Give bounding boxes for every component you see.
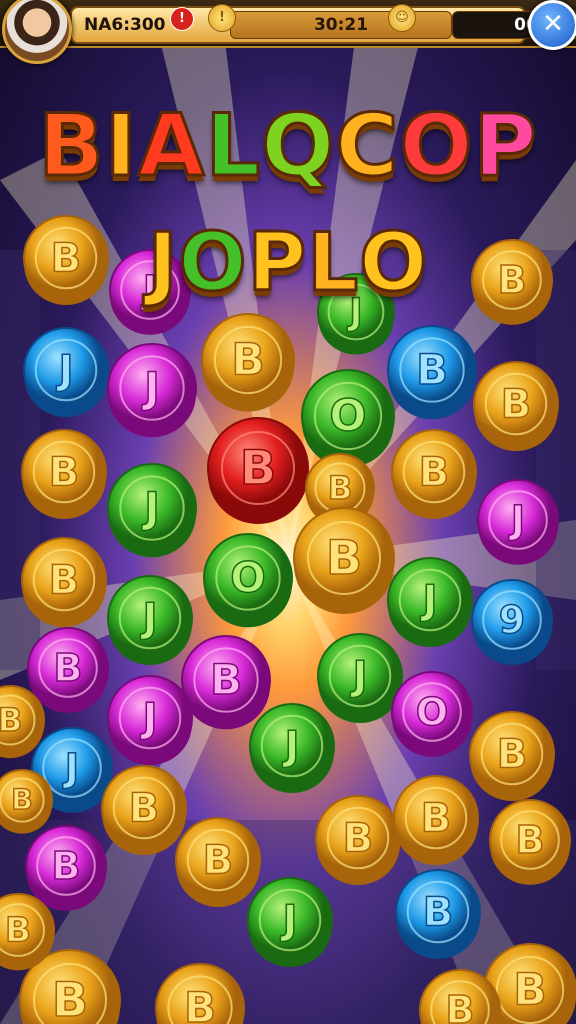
coin-glyph: B	[231, 335, 264, 386]
coin-glyph: B	[49, 449, 79, 495]
coin-blue[interactable]: B	[395, 869, 481, 960]
coin-glyph: J	[141, 363, 160, 412]
coin-glyph: O	[230, 553, 266, 602]
coin-gold[interactable]: B	[391, 429, 477, 520]
coin-glyph: J	[508, 498, 525, 542]
timer-text: 30:21	[313, 15, 369, 35]
title-letter: P	[246, 215, 308, 311]
coin-green[interactable]: J	[107, 463, 197, 558]
coin-glyph: B	[11, 784, 33, 817]
game-title-line2: JOPLO	[0, 215, 576, 311]
coin-gold[interactable]: B	[21, 429, 107, 520]
coin-glyph: J	[420, 577, 438, 623]
coin-glyph: J	[282, 723, 300, 769]
coin-glyph: B	[5, 911, 31, 951]
coin-glyph: B	[343, 815, 373, 861]
coin-gold[interactable]: B	[393, 775, 479, 866]
title-letter: C	[334, 95, 400, 198]
coin-glyph: J	[350, 653, 368, 699]
coin-glyph: B	[129, 785, 159, 831]
coin-purple[interactable]: J	[107, 675, 193, 766]
coin-gold[interactable]: B	[0, 769, 53, 834]
coin-icon: !	[208, 4, 236, 32]
coin-green[interactable]: O	[203, 533, 293, 628]
coin-gold[interactable]: B	[489, 799, 571, 885]
coin-glyph: B	[54, 646, 83, 690]
coin-glyph: B	[52, 844, 81, 888]
top-hud-bar: NA6:300 30:21 00 ! ! ☺ ✕	[0, 0, 576, 50]
timer-slot: 30:21	[230, 11, 452, 39]
coin-green[interactable]: J	[249, 703, 335, 794]
coin-glyph: O	[416, 690, 448, 734]
coin-gold[interactable]: B	[101, 765, 187, 856]
title-letter: O	[177, 215, 248, 311]
coin-purple[interactable]: B	[25, 825, 107, 911]
coin-glyph: B	[419, 449, 449, 495]
coin-glyph: B	[328, 469, 353, 507]
coin-glyph: B	[210, 655, 242, 704]
title-letter: Q	[260, 95, 336, 198]
coin-glyph: J	[141, 483, 160, 532]
coin-glyph: B	[497, 731, 527, 777]
title-letter: O	[398, 95, 474, 198]
coin-glyph: B	[184, 983, 216, 1024]
coin-glyph: J	[280, 897, 298, 943]
coin-purple[interactable]: J	[477, 479, 559, 565]
coin-glyph: B	[0, 701, 22, 739]
coin-blue[interactable]: 9	[471, 579, 553, 665]
coin-glyph: 9	[499, 598, 525, 642]
coin-glyph: B	[326, 531, 362, 586]
coin-glyph: B	[416, 345, 448, 394]
coin-glyph: J	[140, 695, 158, 741]
coin-gold[interactable]: B	[315, 795, 401, 886]
coin-blue[interactable]: B	[387, 325, 477, 420]
title-letter: I	[103, 95, 138, 198]
coin-green[interactable]: J	[107, 575, 193, 666]
coin-glyph: B	[203, 837, 233, 883]
smiley-coin-icon: ☺	[388, 4, 416, 32]
coin-purple[interactable]: B	[27, 627, 109, 713]
coin-gold[interactable]: B	[201, 313, 295, 412]
coin-purple[interactable]: O	[391, 671, 473, 757]
coin-gold[interactable]: B	[21, 537, 107, 628]
coin-gold[interactable]: B	[155, 963, 245, 1024]
coin-gold[interactable]: B	[293, 507, 395, 614]
coin-green[interactable]: O	[301, 369, 395, 468]
coin-glyph: J	[140, 595, 158, 641]
game-title-line1: BIALQCOP	[0, 95, 576, 198]
coin-purple[interactable]: J	[107, 343, 197, 438]
coin-glyph: B	[52, 973, 88, 1024]
alert-icon[interactable]: !	[170, 7, 194, 31]
title-letter: A	[136, 95, 206, 198]
title-letter: B	[37, 95, 106, 198]
coin-gold[interactable]: B	[469, 711, 555, 802]
coin-glyph: B	[423, 889, 453, 935]
coin-green[interactable]: J	[387, 557, 473, 648]
close-button[interactable]: ✕	[528, 0, 576, 50]
title-letter: L	[204, 95, 262, 198]
hud-panel: NA6:300 30:21 00	[70, 6, 576, 44]
coin-glyph: B	[513, 965, 546, 1016]
coin-glyph: O	[329, 391, 366, 442]
title-letter: O	[358, 215, 429, 311]
coin-glyph: B	[421, 795, 451, 841]
coin-gold[interactable]: B	[175, 817, 261, 908]
coin-glyph: B	[240, 441, 276, 496]
coin-gold[interactable]: B	[473, 361, 559, 452]
coin-blue[interactable]: J	[23, 327, 109, 418]
coin-glyph: J	[56, 347, 74, 393]
coin-green[interactable]: J	[247, 877, 333, 968]
coin-glyph: B	[446, 988, 475, 1024]
title-letter: J	[146, 215, 179, 311]
coin-glyph: B	[516, 818, 545, 862]
coin-green[interactable]: J	[317, 633, 403, 724]
title-letter: L	[306, 215, 360, 311]
coin-glyph: B	[49, 557, 79, 603]
coin-red[interactable]: B	[207, 417, 309, 524]
coin-glyph: J	[62, 746, 79, 790]
coin-glyph: B	[501, 381, 531, 427]
title-letter: P	[472, 95, 538, 198]
coin-purple[interactable]: B	[181, 635, 271, 730]
player-name: NA6:300	[84, 15, 166, 35]
